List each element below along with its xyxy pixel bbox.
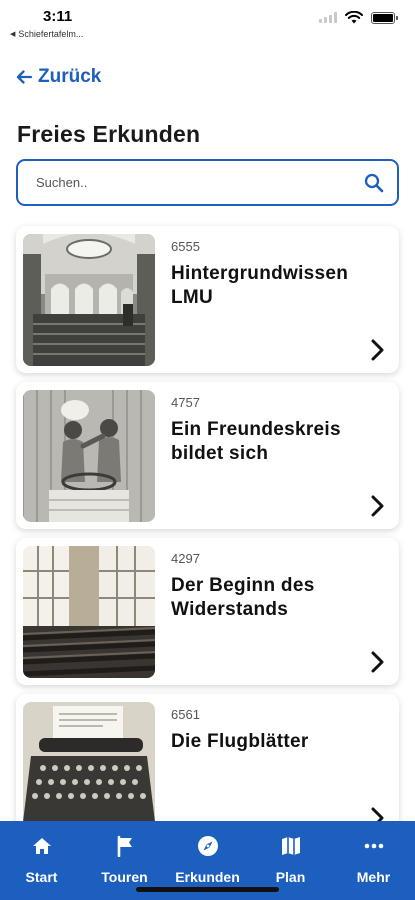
list-item[interactable]: 4757 Ein Freundeskreis bildet sich xyxy=(16,382,399,529)
typewriter-photo xyxy=(23,702,155,834)
item-number: 6555 xyxy=(171,239,200,254)
signal-icon xyxy=(319,12,337,23)
battery-icon xyxy=(371,11,398,24)
back-button[interactable]: Zurück xyxy=(14,66,101,88)
item-thumbnail xyxy=(23,702,155,834)
nav-label: Touren xyxy=(101,869,148,885)
chevron-right-icon xyxy=(371,339,384,361)
classroom-photo xyxy=(23,546,155,678)
flag-icon xyxy=(117,835,132,857)
nav-label: Mehr xyxy=(356,869,391,885)
chevron-right-icon xyxy=(371,651,384,673)
item-thumbnail xyxy=(23,234,155,366)
status-time: 3:11 xyxy=(43,8,73,25)
item-title: Hintergrundwissen LMU xyxy=(171,263,349,308)
nav-item-start[interactable]: Start xyxy=(0,821,83,900)
status-bar: 3:11 ◀ Schiefertafelm... xyxy=(0,0,415,46)
wifi-icon xyxy=(345,11,363,24)
item-number: 4757 xyxy=(171,395,200,410)
page-title: Freies Erkunden xyxy=(17,121,201,147)
arrow-left-icon xyxy=(16,70,33,84)
item-title: Die Flugblätter xyxy=(171,731,309,752)
nav-item-mehr[interactable]: Mehr xyxy=(332,821,415,900)
list-item[interactable]: 6555 Hintergrundwissen LMU xyxy=(16,226,399,373)
nav-label: Start xyxy=(25,869,58,885)
map-icon xyxy=(281,837,300,855)
item-number: 4297 xyxy=(171,551,200,566)
item-number: 6561 xyxy=(171,707,200,722)
return-to-app-link[interactable]: ◀ Schiefertafelm... xyxy=(10,29,83,39)
return-app-label: Schiefertafelm... xyxy=(18,29,84,39)
item-title: Ein Freundeskreis bildet sich xyxy=(171,419,341,464)
content-list: 6555 Hintergrundwissen LMU 4757 Ein Freu… xyxy=(16,226,399,850)
back-triangle-icon: ◀ xyxy=(10,31,16,38)
more-icon xyxy=(364,843,383,849)
list-item[interactable]: 4297 Der Beginn des Widerstands xyxy=(16,538,399,685)
item-thumbnail xyxy=(23,390,155,522)
compass-icon xyxy=(197,836,218,856)
search-field[interactable] xyxy=(16,159,399,206)
back-label: Zurück xyxy=(38,66,102,87)
list-item[interactable]: 6561 Die Flugblätter xyxy=(16,694,399,841)
friends-photo xyxy=(23,390,155,522)
chevron-right-icon xyxy=(371,495,384,517)
home-indicator xyxy=(136,887,279,892)
status-icons xyxy=(319,11,398,24)
item-title: Der Beginn des Widerstands xyxy=(171,575,315,620)
item-thumbnail xyxy=(23,546,155,678)
nav-label: Plan xyxy=(275,869,306,885)
search-icon[interactable] xyxy=(363,172,385,194)
search-input[interactable] xyxy=(36,175,363,190)
nav-label: Erkunden xyxy=(175,869,240,885)
home-icon xyxy=(32,838,51,854)
lecture-hall-photo xyxy=(23,234,155,366)
